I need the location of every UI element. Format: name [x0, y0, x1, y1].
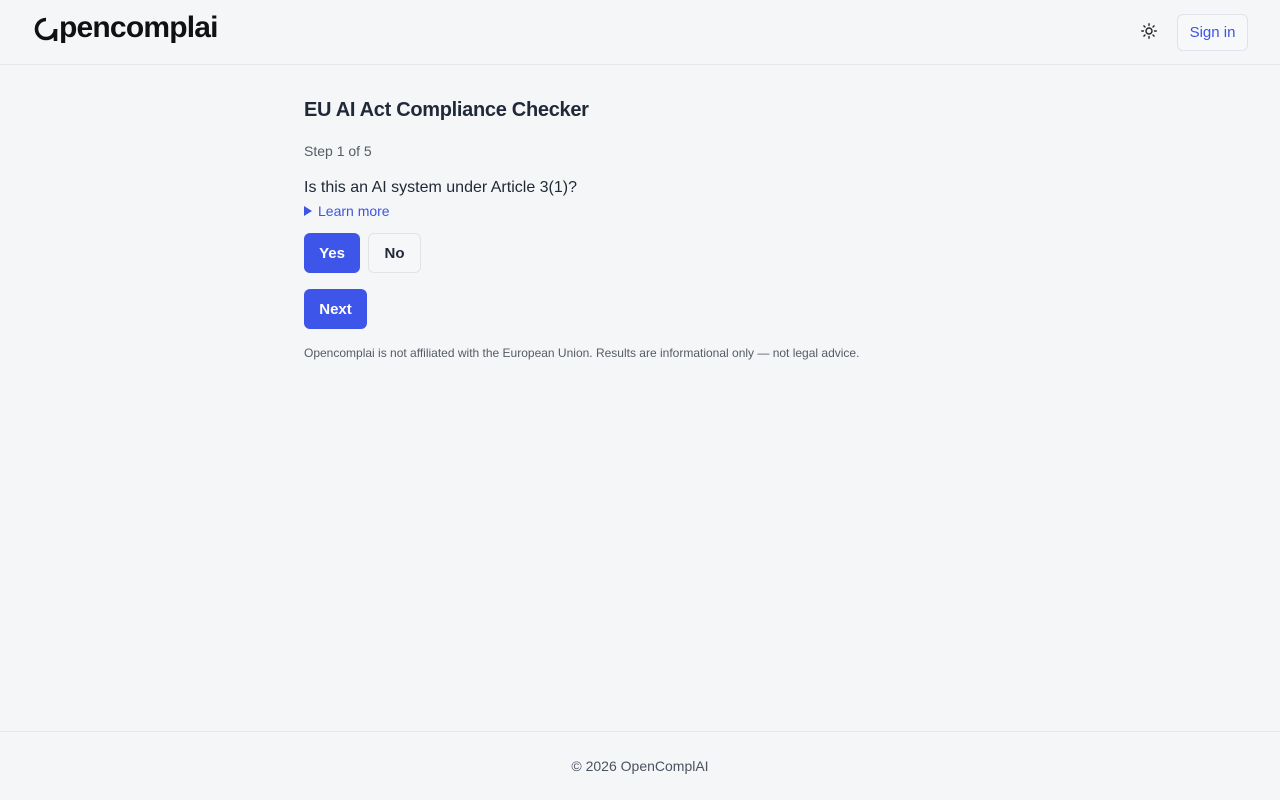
- learn-more-label: Learn more: [318, 203, 390, 219]
- sun-icon: [1141, 22, 1157, 42]
- site-footer: © 2026 OpenComplAI: [0, 731, 1280, 800]
- theme-toggle-button[interactable]: [1136, 20, 1162, 44]
- sign-in-button[interactable]: Sign in: [1177, 14, 1248, 51]
- no-button[interactable]: No: [368, 233, 421, 273]
- logo-text: pencomplai: [59, 11, 219, 44]
- site-header: pencomplai Sign in: [0, 0, 1280, 65]
- triangle-right-icon: [304, 206, 312, 216]
- logo-mark: [34, 17, 58, 41]
- brand-logo[interactable]: pencomplai: [34, 10, 219, 46]
- learn-more-toggle[interactable]: Learn more: [304, 203, 390, 219]
- page-title: EU AI Act Compliance Checker: [304, 99, 589, 121]
- disclaimer: Opencomplai is not affiliated with the E…: [304, 346, 860, 360]
- copyright: © 2026 OpenComplAI: [571, 758, 709, 774]
- next-button[interactable]: Next: [304, 289, 367, 329]
- step-indicator: Step 1 of 5: [304, 143, 372, 159]
- question-text: Is this an AI system under Article 3(1)?: [304, 179, 578, 196]
- page: pencomplai Sign in EU AI Act Compliance …: [0, 0, 1280, 800]
- yes-button[interactable]: Yes: [304, 233, 360, 273]
